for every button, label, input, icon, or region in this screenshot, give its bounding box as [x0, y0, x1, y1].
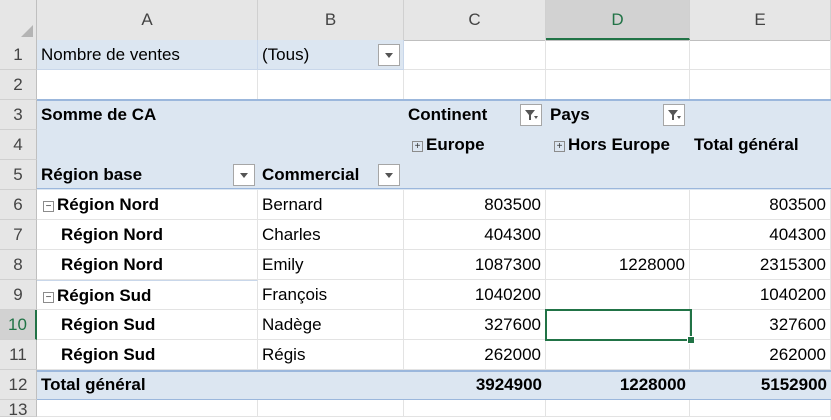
pivot-value-europe[interactable]: 803500 — [404, 190, 546, 220]
select-all-corner[interactable] — [0, 0, 37, 40]
cell-c2[interactable] — [404, 70, 546, 100]
cell-a13[interactable] — [37, 400, 258, 417]
pivot-value-europe[interactable]: 1040200 — [404, 280, 546, 310]
cell-e13[interactable] — [690, 400, 831, 417]
row-header-2[interactable]: 2 — [0, 70, 37, 100]
column-header-b[interactable]: B — [258, 0, 404, 40]
chevron-down-icon — [385, 173, 393, 178]
pivot-row-commercial[interactable]: Charles — [258, 220, 404, 250]
grand-total-hors-europe[interactable]: 1228000 — [546, 370, 690, 400]
column-header-a[interactable]: A — [37, 0, 258, 40]
pivot-row-region[interactable]: − Région Nord — [37, 190, 258, 220]
values-label-cell[interactable]: Somme de CA — [37, 100, 258, 130]
pivot-value-total[interactable]: 404300 — [690, 220, 831, 250]
cell-e1[interactable] — [690, 40, 831, 70]
row-header-9[interactable]: 9 — [0, 280, 37, 310]
pivot-row-region[interactable]: − Région Sud — [37, 280, 258, 310]
pivot-value-total[interactable]: 803500 — [690, 190, 831, 220]
pivot-value-europe[interactable]: 262000 — [404, 340, 546, 370]
pivot-value-total[interactable]: 262000 — [690, 340, 831, 370]
pivot-row-commercial[interactable]: Nadège — [258, 310, 404, 340]
commercial-dropdown-button[interactable] — [378, 164, 400, 186]
active-cell-selection[interactable] — [545, 309, 692, 341]
pivot-row-region[interactable]: Région Sud — [37, 310, 258, 340]
region-dropdown-button[interactable] — [233, 164, 255, 186]
filter-applied-icon — [525, 110, 538, 120]
grand-total-overall[interactable]: 5152900 — [690, 370, 831, 400]
pivot-row-region[interactable]: Région Nord — [37, 250, 258, 280]
row-header-11[interactable]: 11 — [0, 340, 37, 370]
continent-filter-button[interactable] — [520, 104, 542, 126]
cell-d1[interactable] — [546, 40, 690, 70]
pivot-value-hors-europe[interactable] — [546, 280, 690, 310]
cell-b2[interactable] — [258, 70, 404, 100]
pivot-value-europe[interactable]: 327600 — [404, 310, 546, 340]
grand-total-europe[interactable]: 3924900 — [404, 370, 546, 400]
pivot-value-hors-europe[interactable] — [546, 220, 690, 250]
expand-icon[interactable]: + — [554, 141, 565, 152]
filter-dropdown-button[interactable] — [378, 44, 400, 66]
filter-label-cell[interactable]: Nombre de ventes — [37, 40, 258, 70]
pivot-value-europe[interactable]: 404300 — [404, 220, 546, 250]
expand-icon[interactable]: + — [412, 141, 423, 152]
row-header-12[interactable]: 12 — [0, 370, 37, 400]
filter-applied-icon — [668, 110, 681, 120]
row-header-13[interactable]: 13 — [0, 400, 37, 419]
chevron-down-icon — [240, 173, 248, 178]
pivot-row-region[interactable]: Région Sud — [37, 340, 258, 370]
pivot-value-hors-europe[interactable]: 1228000 — [546, 250, 690, 280]
col-item-hors-europe-label: Hors Europe — [568, 135, 671, 154]
region-label: Région Nord — [57, 195, 159, 214]
pivot-row-commercial[interactable]: Emily — [258, 250, 404, 280]
row-field-region[interactable]: Région base — [37, 160, 258, 190]
collapse-icon[interactable]: − — [43, 201, 54, 212]
row-header-7[interactable]: 7 — [0, 220, 37, 250]
pivot-value-hors-europe[interactable] — [546, 340, 690, 370]
grand-total-column-header[interactable]: Total général — [690, 130, 831, 160]
pivot-value-total[interactable]: 1040200 — [690, 280, 831, 310]
grand-total-row-label[interactable]: Total général — [37, 370, 258, 400]
collapse-icon[interactable]: − — [43, 292, 54, 303]
cell-d13[interactable] — [546, 400, 690, 417]
pivot-value-europe[interactable]: 1087300 — [404, 250, 546, 280]
pays-filter-button[interactable] — [663, 104, 685, 126]
pivot-row-region[interactable]: Région Nord — [37, 220, 258, 250]
column-header-c[interactable]: C — [404, 0, 546, 40]
col-item-hors-europe[interactable]: + Hors Europe — [546, 130, 690, 160]
cell-e2[interactable] — [690, 70, 831, 100]
cell-c1[interactable] — [404, 40, 546, 70]
column-header-e[interactable]: E — [690, 0, 831, 40]
cell-c13[interactable] — [404, 400, 546, 417]
pivot-value-total[interactable]: 2315300 — [690, 250, 831, 280]
col-item-europe-label: Europe — [426, 135, 485, 154]
cell-a2[interactable] — [37, 70, 258, 100]
row-header-1[interactable]: 1 — [0, 40, 37, 70]
cell-d2[interactable] — [546, 70, 690, 100]
region-label: Région Sud — [57, 286, 152, 305]
filter-value-text: (Tous) — [262, 45, 310, 64]
spreadsheet-grid: A B C D E 1 2 3 4 5 6 7 8 9 10 11 12 13 … — [0, 0, 831, 419]
chevron-down-icon — [385, 53, 393, 58]
pivot-value-hors-europe[interactable] — [546, 190, 690, 220]
fill-handle[interactable] — [687, 336, 695, 344]
row-header-3[interactable]: 3 — [0, 100, 37, 130]
row-header-8[interactable]: 8 — [0, 250, 37, 280]
pivot-header-bottom-border — [37, 188, 831, 189]
pivot-row-commercial[interactable]: Régis — [258, 340, 404, 370]
pivot-row-commercial[interactable]: François — [258, 280, 404, 310]
row-header-4[interactable]: 4 — [0, 130, 37, 160]
pivot-row-commercial[interactable]: Bernard — [258, 190, 404, 220]
row-header-5[interactable]: 5 — [0, 160, 37, 190]
col-item-europe[interactable]: + Europe — [404, 130, 546, 160]
column-header-d[interactable]: D — [546, 0, 690, 40]
row-header-10[interactable]: 10 — [0, 310, 37, 340]
row-header-6[interactable]: 6 — [0, 190, 37, 220]
cell-b13[interactable] — [258, 400, 404, 417]
pivot-value-total[interactable]: 327600 — [690, 310, 831, 340]
